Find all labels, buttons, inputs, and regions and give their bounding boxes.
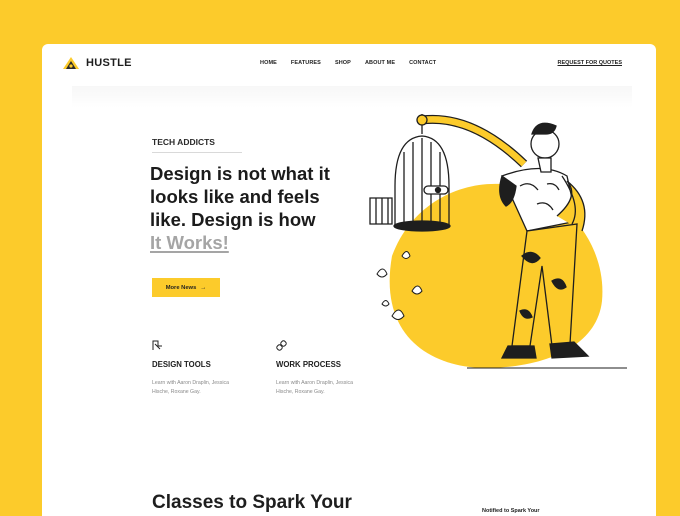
headline-line-3: like. Design is how	[150, 209, 316, 230]
headline-line-2: looks like and feels	[150, 186, 320, 207]
feature-design-tools: DESIGN TOOLS Learn with Aaron Draplin, J…	[152, 340, 262, 397]
brand-name: HUSTLE	[86, 57, 132, 69]
hero-headline: Design is not what it looks like and fee…	[150, 162, 370, 254]
section-heading: Classes to Spark Your	[152, 492, 352, 513]
more-news-label: More News	[165, 284, 197, 291]
headline-link[interactable]: It Works!	[150, 232, 229, 253]
link-icon	[276, 340, 287, 351]
more-news-button[interactable]: More News →	[152, 278, 220, 297]
feature-desc-line: Hische, Roxane Gay.	[276, 389, 325, 395]
feature-desc-line: Learn with Aaron Draplin, Jessica	[276, 380, 353, 386]
hero-illustration	[369, 114, 627, 369]
main-menu: HOME FEATURES SHOP ABOUT ME CONTACT	[260, 60, 436, 66]
hero-eyebrow: TECH ADDICTS	[152, 137, 215, 147]
top-navbar: HUSTLE HOME FEATURES SHOP ABOUT ME CONTA…	[42, 44, 656, 84]
arrow-right-icon: →	[200, 284, 207, 291]
feature-desc-line: Learn with Aaron Draplin, Jessica	[152, 380, 229, 386]
side-note: Notified to Spark Your	[482, 508, 540, 514]
page-frame: HUSTLE HOME FEATURES SHOP ABOUT ME CONTA…	[42, 44, 656, 516]
nav-link-home[interactable]: HOME	[260, 60, 277, 66]
headline-line-1: Design is not what it	[150, 163, 330, 184]
feature-description: Learn with Aaron Draplin, Jessica Hische…	[152, 379, 262, 397]
feature-title: DESIGN TOOLS	[152, 360, 211, 369]
hustle-logo-icon	[63, 57, 79, 69]
nav-link-shop[interactable]: SHOP	[335, 60, 351, 66]
pen-tool-icon	[152, 340, 162, 350]
eyebrow-divider	[152, 152, 242, 153]
brand-logo[interactable]: HUSTLE	[62, 55, 132, 71]
nav-link-about[interactable]: ABOUT ME	[365, 60, 395, 66]
nav-link-features[interactable]: FEATURES	[291, 60, 321, 66]
nav-link-contact[interactable]: CONTACT	[409, 60, 436, 66]
feature-desc-line: Hische, Roxane Gay.	[152, 389, 201, 395]
request-quotes-link[interactable]: REQUEST FOR QUOTES	[558, 60, 622, 66]
nav-divider	[72, 86, 632, 108]
